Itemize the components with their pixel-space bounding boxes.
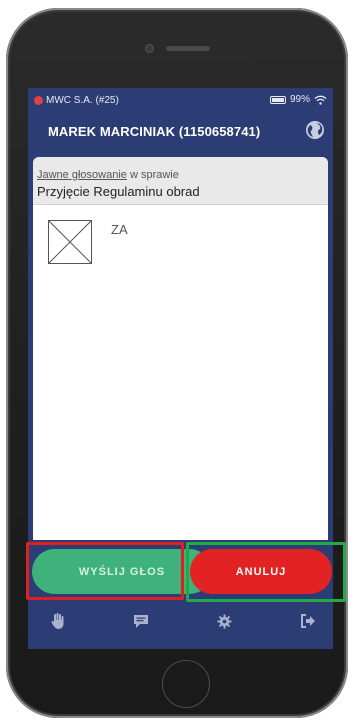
speaker-grille — [166, 46, 210, 51]
status-left: MWC S.A. (#25) — [34, 95, 119, 106]
vote-type-line: Jawne głosowanie w sprawie — [37, 169, 179, 181]
camera-icon — [146, 45, 153, 52]
nav-hand[interactable] — [46, 609, 70, 633]
nav-comment[interactable] — [129, 609, 153, 633]
bottom-nav — [28, 603, 333, 639]
app-header: MAREK MARCINIAK (1150658741) — [28, 118, 333, 146]
option-checkbox[interactable] — [48, 220, 92, 264]
comment-icon — [134, 614, 148, 628]
vote-card: Jawne głosowanie w sprawie Przyjęcie Reg… — [33, 157, 328, 595]
status-bar: MWC S.A. (#25) 99% — [28, 88, 333, 112]
vote-option-row[interactable]: ZA — [33, 215, 328, 265]
carrier-label: MWC S.A. (#25) — [46, 95, 119, 106]
logout-icon — [301, 614, 315, 628]
send-vote-button[interactable]: WYŚLIJ GŁOS — [32, 549, 212, 594]
option-label: ZA — [111, 222, 128, 237]
gear-icon — [216, 613, 232, 629]
vote-type-suffix: w sprawie — [126, 169, 179, 181]
status-right: 99% — [269, 94, 327, 105]
vote-subject: Przyjęcie Regulaminu obrad — [37, 184, 200, 199]
cross-icon — [48, 220, 92, 264]
hand-icon — [51, 613, 64, 629]
vote-type-link[interactable]: Jawne głosowanie — [37, 169, 127, 181]
language-button[interactable] — [305, 120, 325, 140]
battery-icon — [269, 95, 286, 104]
nav-settings[interactable] — [212, 609, 236, 633]
vote-header: Jawne głosowanie w sprawie Przyjęcie Reg… — [33, 157, 328, 205]
wifi-icon — [314, 95, 327, 105]
nav-logout[interactable] — [296, 609, 320, 633]
battery-level: 99% — [289, 94, 310, 105]
home-button[interactable] — [162, 660, 210, 708]
cancel-button[interactable]: ANULUJ — [190, 549, 332, 594]
app-screen: MWC S.A. (#25) 99% MAREK MARCINIAK (1150… — [28, 88, 333, 649]
user-name-title: MAREK MARCINIAK (1150658741) — [48, 124, 261, 139]
globe-icon — [306, 121, 324, 139]
alert-icon — [34, 96, 43, 105]
